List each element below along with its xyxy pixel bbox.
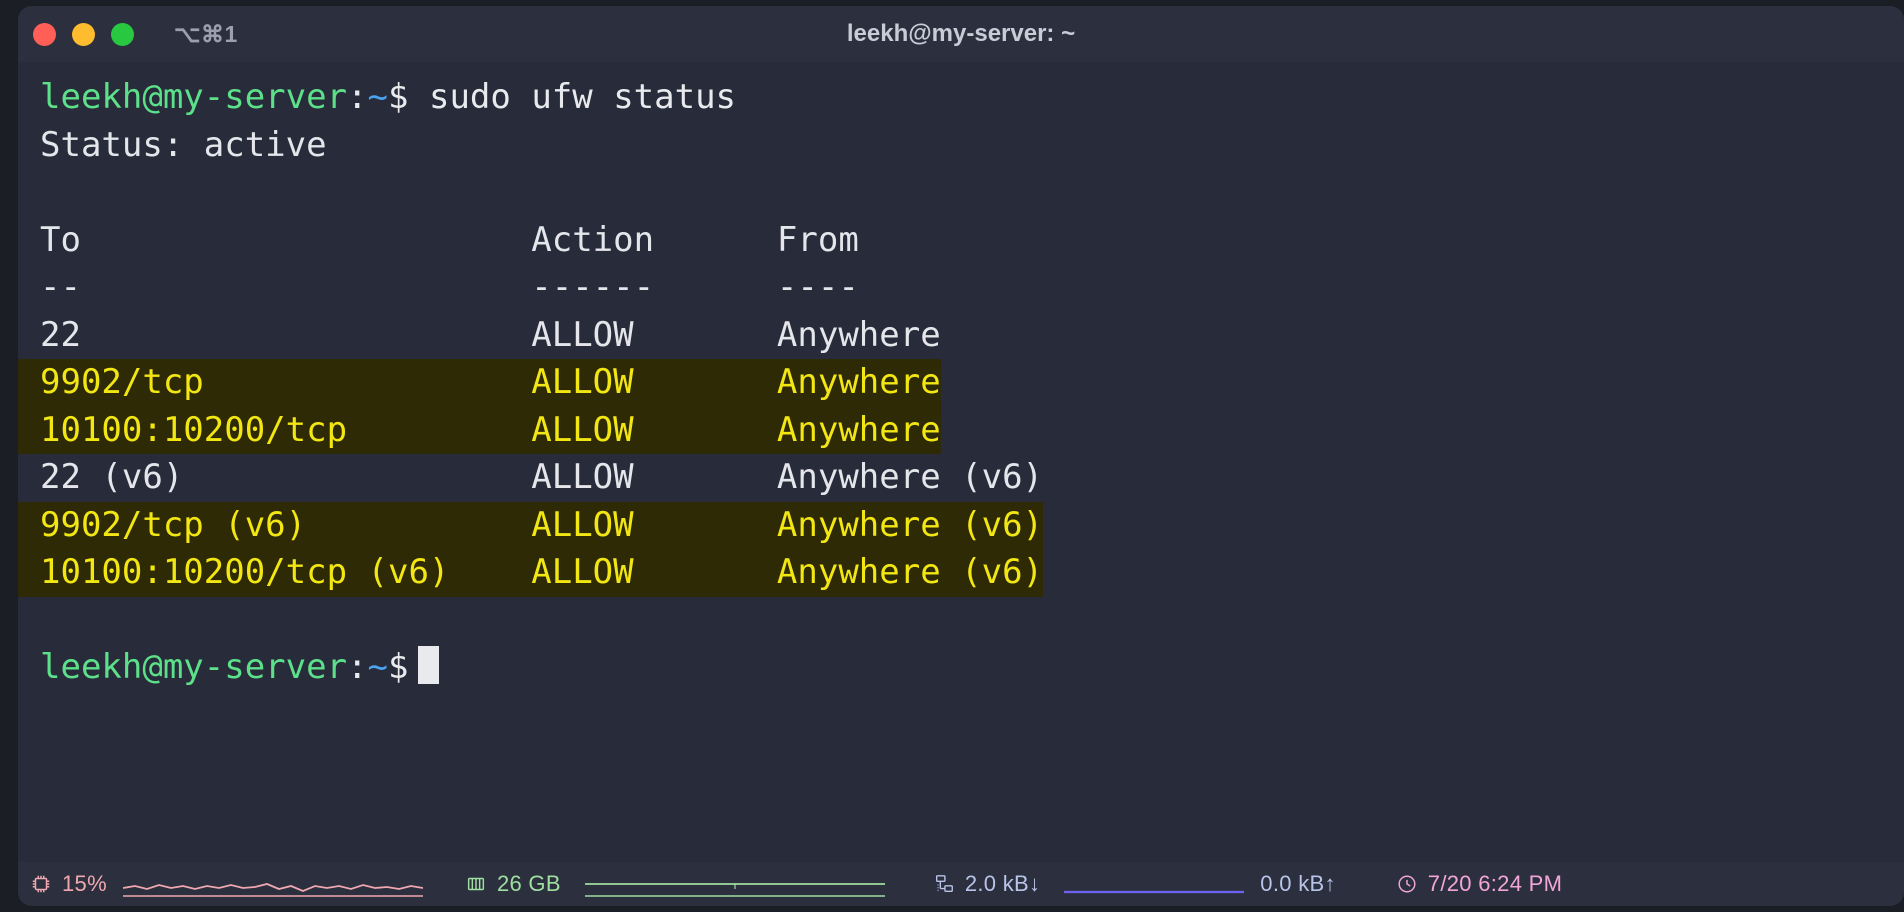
window-title: leekh@my-server: ~ — [846, 20, 1076, 47]
terminal-output[interactable]: leekh@my-server:~$ sudo ufw status Statu… — [18, 62, 1904, 862]
table-row: 10100:10200/tcp ALLOW Anywhere — [18, 406, 1904, 454]
prompt-sigil: $ — [388, 647, 409, 687]
cpu-sparkline — [122, 872, 423, 897]
table-row: 22 ALLOW Anywhere — [18, 312, 1904, 360]
table-row: 10100:10200/tcp (v6) ALLOW Anywhere (v6) — [18, 549, 1904, 597]
ufw-status-line: Status: active — [40, 124, 327, 165]
window-shortcut-label: ⌥⌘1 — [174, 20, 238, 47]
table-row-text: 22 ALLOW Anywhere — [40, 314, 941, 355]
traffic-lights — [33, 22, 134, 46]
table-row-text: 9902/tcp ALLOW Anywhere — [18, 359, 941, 407]
command-text: sudo ufw status — [408, 77, 737, 117]
memory-sparkline — [584, 872, 885, 897]
table-row-text: 10100:10200/tcp ALLOW Anywhere — [18, 406, 941, 454]
text-cursor — [417, 646, 439, 684]
table-row-text: 9902/tcp (v6) ALLOW Anywhere (v6) — [18, 501, 1044, 549]
command-prompt-line: leekh@my-server:~$ sudo ufw status — [18, 74, 1904, 122]
memory-value: 26 GB — [496, 871, 561, 896]
table-row-text: 22 (v6) ALLOW Anywhere (v6) — [40, 457, 1044, 497]
status-cpu[interactable]: 15% — [30, 871, 107, 897]
cpu-value: 15% — [62, 871, 107, 896]
status-network[interactable]: 2.0 kB↓ — [933, 871, 1040, 897]
minimize-button[interactable] — [72, 22, 95, 46]
close-button[interactable] — [33, 22, 56, 46]
network-icon — [933, 873, 955, 895]
network-upload-value: 0.0 kB↑ — [1260, 871, 1336, 896]
table-row: 9902/tcp (v6) ALLOW Anywhere (v6) — [18, 501, 1904, 549]
ram-icon — [465, 873, 487, 895]
status-bar: 15% 26 GB 2.0 kB↓ 0.0 kB↑ 7/20 6:24 PM — [18, 862, 1904, 906]
prompt-path: ~ — [367, 77, 389, 117]
clock-icon — [1396, 873, 1418, 895]
prompt-sigil: $ — [388, 77, 409, 117]
prompt-user-host: leekh@my-server — [40, 647, 348, 687]
prompt-user-host: leekh@my-server — [40, 77, 348, 117]
prompt-path: ~ — [367, 647, 389, 687]
table-row: 9902/tcp ALLOW Anywhere — [18, 359, 1904, 407]
prompt-colon: : — [347, 77, 368, 117]
table-row: 22 (v6) ALLOW Anywhere (v6) — [18, 454, 1904, 502]
table-row-text: 10100:10200/tcp (v6) ALLOW Anywhere (v6) — [18, 549, 1044, 597]
clock-value: 7/20 6:24 PM — [1427, 871, 1563, 896]
network-download-value: 2.0 kB↓ — [964, 871, 1041, 896]
status-memory[interactable]: 26 GB — [465, 871, 561, 897]
table-rule-line: -- ------ ---- — [40, 267, 859, 307]
cpu-icon — [30, 873, 52, 895]
terminal-window: ⌥⌘1 leekh@my-server: ~ leekh@my-server:~… — [18, 6, 1904, 906]
prompt-colon: : — [347, 647, 368, 687]
table-header-line: To Action From — [40, 219, 859, 260]
active-prompt-line[interactable]: leekh@my-server:~$ — [18, 644, 1904, 692]
status-clock[interactable]: 7/20 6:24 PM — [1396, 871, 1562, 897]
zoom-button[interactable] — [111, 22, 134, 46]
title-bar: ⌥⌘1 leekh@my-server: ~ — [18, 6, 1904, 62]
network-sparkline — [1064, 872, 1245, 896]
